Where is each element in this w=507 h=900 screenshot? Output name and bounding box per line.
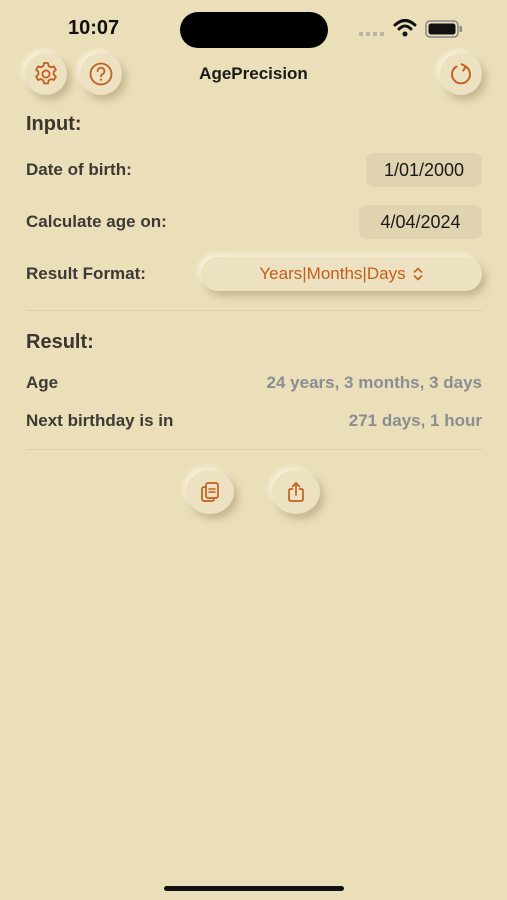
age-value: 24 years, 3 months, 3 days	[266, 373, 482, 392]
up-down-chevron-icon	[413, 267, 422, 281]
cellular-signal-icon	[359, 32, 384, 36]
dynamic-island	[180, 12, 328, 48]
result-format-select[interactable]: Years|Months|Days	[201, 257, 482, 291]
share-button[interactable]	[272, 470, 320, 514]
input-section-title: Input:	[26, 113, 82, 135]
copy-icon	[201, 482, 219, 502]
share-icon	[288, 482, 304, 502]
divider	[26, 449, 482, 450]
age-label: Age	[26, 373, 59, 392]
reset-button[interactable]	[440, 53, 482, 95]
result-format-value: Years|Months|Days	[259, 264, 406, 283]
calc-date-picker[interactable]: 4/04/2024	[359, 205, 482, 239]
next-birthday-label: Next birthday is in	[26, 411, 174, 430]
result-format-label: Result Format:	[26, 264, 146, 283]
next-birthday-value: 271 days, 1 hour	[348, 411, 482, 430]
divider	[26, 310, 482, 311]
app-title: AgePrecision	[199, 64, 308, 83]
wifi-icon	[393, 19, 417, 37]
battery-icon	[425, 20, 462, 38]
status-time: 10:07	[68, 17, 120, 39]
home-indicator[interactable]	[164, 886, 344, 891]
dob-date-picker[interactable]: 1/01/2000	[366, 153, 482, 187]
refresh-icon	[451, 63, 471, 85]
dob-label: Date of birth:	[26, 160, 132, 179]
result-section-title: Result:	[26, 331, 94, 353]
calc-date-label: Calculate age on:	[26, 212, 167, 231]
copy-button[interactable]	[186, 470, 234, 514]
